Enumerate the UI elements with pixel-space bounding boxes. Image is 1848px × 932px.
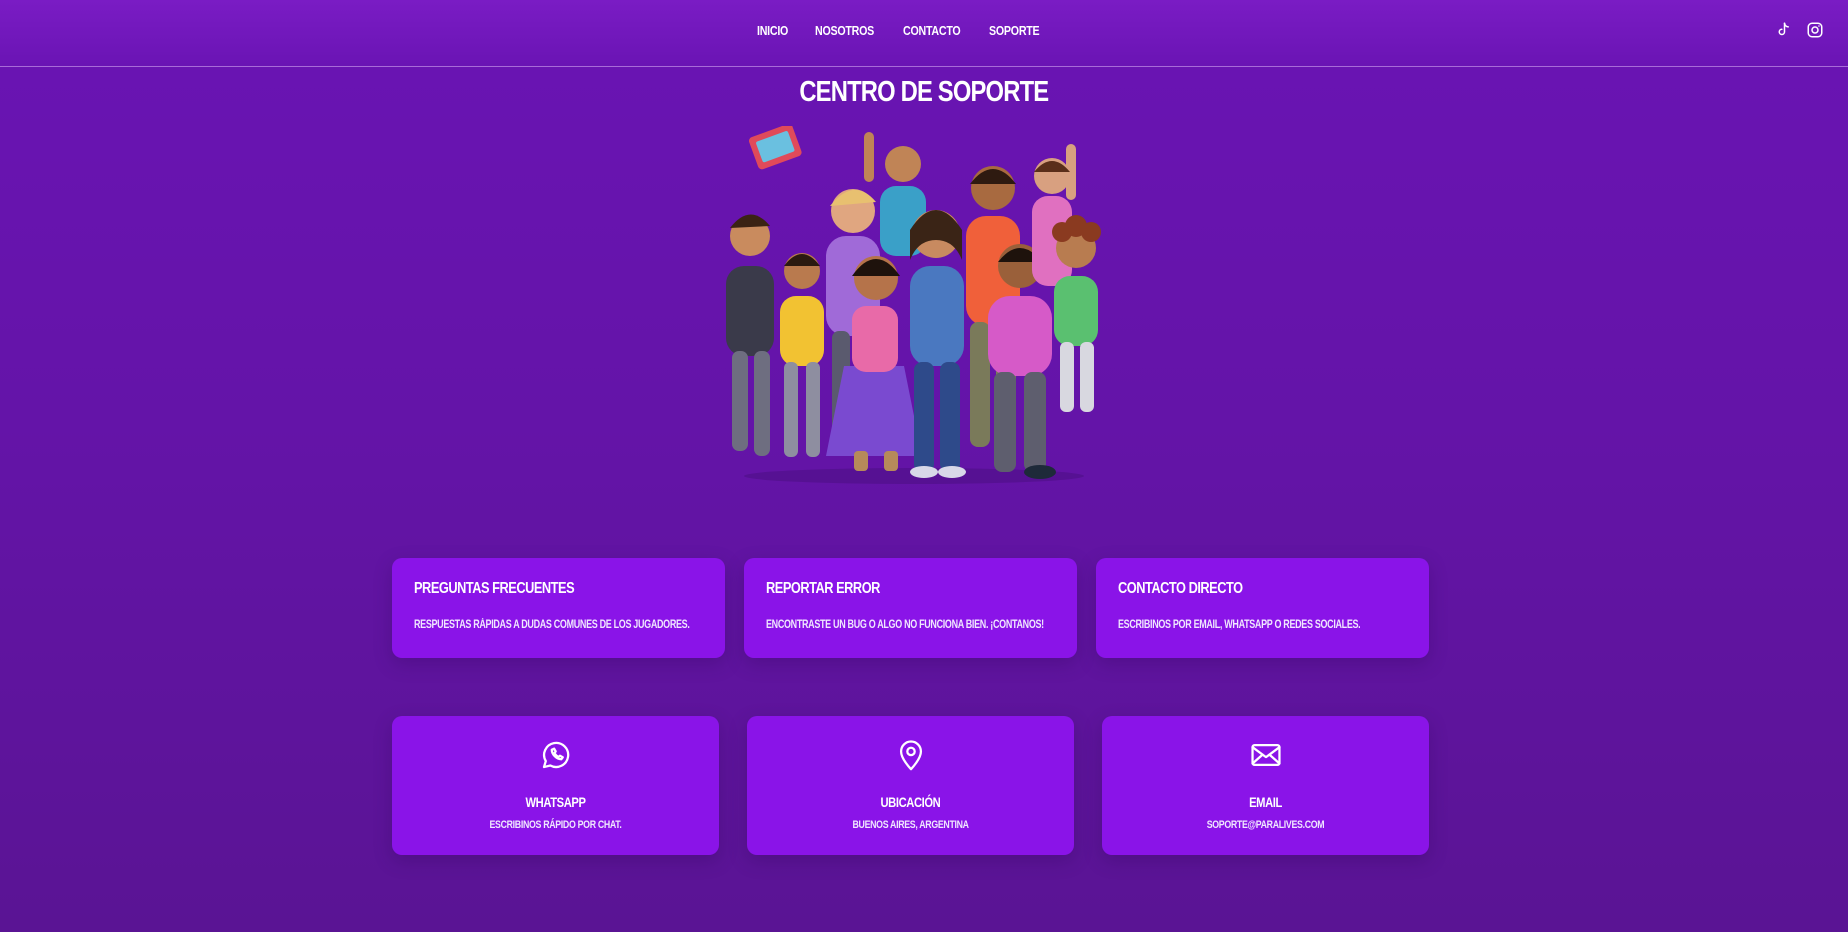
tiktok-icon[interactable] <box>1774 21 1792 39</box>
faq-card[interactable]: PREGUNTAS FRECUENTES RESPUESTAS RÁPIDAS … <box>392 558 725 658</box>
instagram-icon[interactable] <box>1806 21 1824 39</box>
card-description: RESPUESTAS RÁPIDAS A DUDAS COMUNES DE LO… <box>414 619 690 631</box>
nav-item-inicio[interactable]: INICIO <box>757 23 788 38</box>
card-title: REPORTAR ERROR <box>766 580 880 597</box>
nav-item-soporte[interactable]: SOPORTE <box>989 23 1040 38</box>
whatsapp-card[interactable]: WHATSAPP ESCRIBINOS RÁPIDO POR CHAT. <box>392 716 719 855</box>
page-title: CENTRO DE SOPORTE <box>799 76 1050 108</box>
card-title: UBICACIÓN <box>880 794 941 810</box>
card-description: ESCRIBINOS POR EMAIL, WHATSAPP O REDES S… <box>1118 619 1361 631</box>
top-navigation-bar: INICIO NOSOTROS CONTACTO SOPORTE <box>0 0 1848 67</box>
nav-item-contacto[interactable]: CONTACTO <box>903 23 961 38</box>
whatsapp-icon <box>539 738 573 772</box>
card-title: CONTACTO DIRECTO <box>1118 580 1243 597</box>
social-links <box>1774 21 1824 39</box>
card-description: BUENOS AIRES, ARGENTINA <box>852 819 969 831</box>
card-description: ENCONTRASTE UN BUG O ALGO NO FUNCIONA BI… <box>766 619 1044 631</box>
location-pin-icon <box>894 738 928 772</box>
envelope-icon <box>1249 738 1283 772</box>
email-card[interactable]: EMAIL SOPORTE@PARALIVES.COM <box>1102 716 1429 855</box>
direct-contact-card[interactable]: CONTACTO DIRECTO ESCRIBINOS POR EMAIL, W… <box>1096 558 1429 658</box>
location-card[interactable]: UBICACIÓN BUENOS AIRES, ARGENTINA <box>747 716 1074 855</box>
main-nav: INICIO NOSOTROS CONTACTO SOPORTE <box>757 23 1050 38</box>
hero-illustration <box>714 123 1116 488</box>
card-description: SOPORTE@PARALIVES.COM <box>1206 819 1325 831</box>
nav-item-nosotros[interactable]: NOSOTROS <box>815 23 874 38</box>
report-error-card[interactable]: REPORTAR ERROR ENCONTRASTE UN BUG O ALGO… <box>744 558 1077 658</box>
card-title: PREGUNTAS FRECUENTES <box>414 580 575 597</box>
card-title: WHATSAPP <box>525 794 586 810</box>
card-title: EMAIL <box>1249 794 1282 810</box>
card-description: ESCRIBINOS RÁPIDO POR CHAT. <box>489 819 622 831</box>
